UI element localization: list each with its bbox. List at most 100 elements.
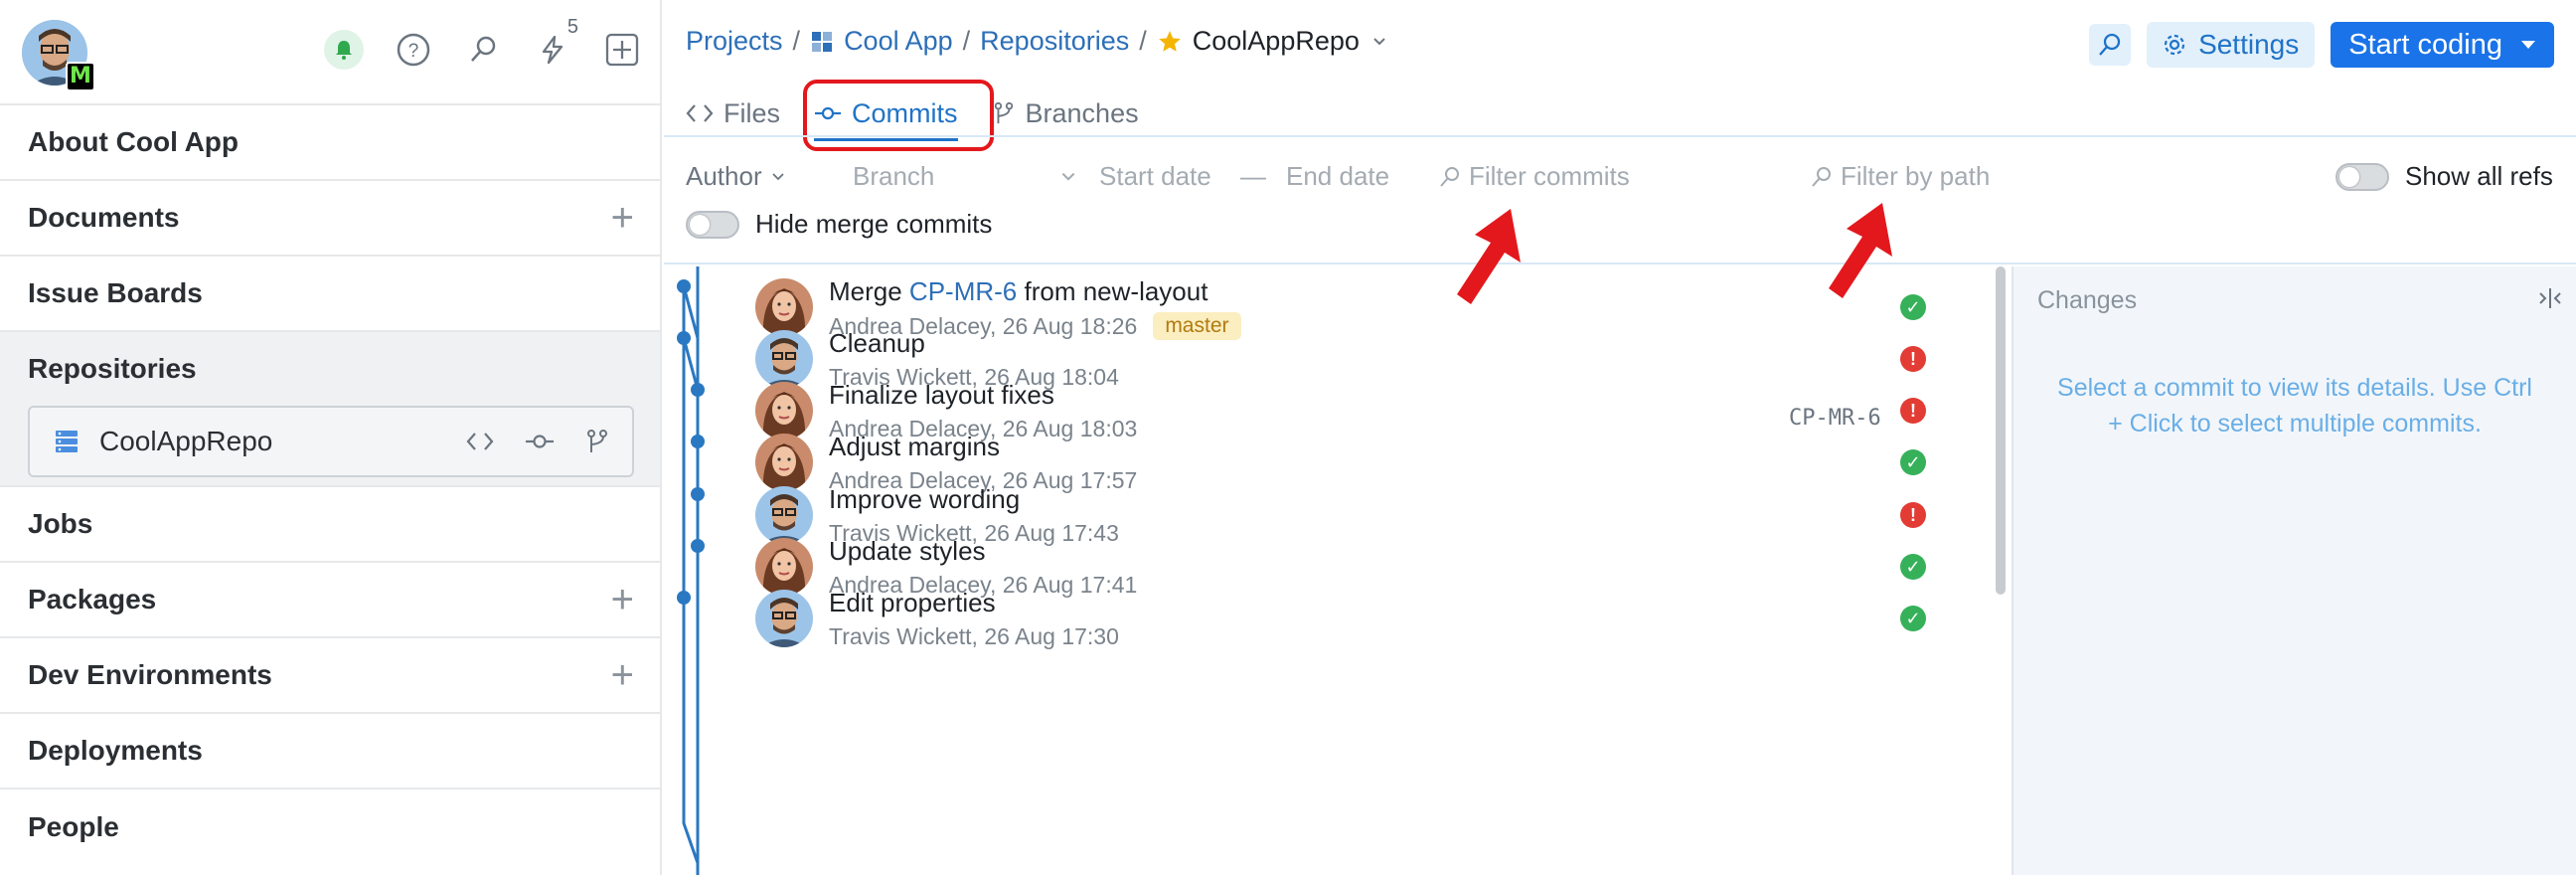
error-status-icon[interactable]: !: [1900, 398, 1926, 424]
commit-row[interactable]: Edit properties Travis Wickett, 26 Aug 17…: [664, 578, 1996, 663]
changes-header: Changes: [2037, 286, 2138, 314]
sidebar-item-label: Deployments: [28, 735, 203, 766]
tab-branches[interactable]: Branches: [992, 91, 1139, 135]
breadcrumb-projects[interactable]: Projects: [686, 26, 783, 57]
search-icon: [2099, 33, 2121, 56]
commit-icon[interactable]: [525, 430, 555, 453]
commit-title-text: Improve wording: [829, 484, 1021, 514]
sidebar-item-documents[interactable]: Documents +: [0, 181, 660, 257]
filter-commits-input[interactable]: Filter commits: [1439, 161, 1630, 192]
activity-bolt-icon[interactable]: 5: [533, 16, 578, 70]
changes-panel: Changes Select a commit to view its deta…: [2012, 266, 2576, 875]
author-filter[interactable]: Author: [686, 161, 786, 192]
commit-title: Edit properties: [829, 588, 996, 618]
add-package-icon[interactable]: +: [611, 580, 634, 619]
start-coding-button[interactable]: Start coding: [2331, 22, 2554, 68]
commit-list-scrollbar[interactable]: [1996, 266, 2006, 595]
breadcrumb-repo[interactable]: CoolAppRepo: [1193, 26, 1360, 57]
commit-title: Finalize layout fixes: [829, 380, 1054, 411]
commit-title-text: Update styles: [829, 536, 986, 566]
sidebar-item-label: Dev Environments: [28, 659, 272, 690]
check-success-icon[interactable]: ✓: [1900, 449, 1926, 475]
commit-title: Merge CP-MR-6 from new-layout: [829, 276, 1208, 307]
annotation-arrow: [1829, 203, 1892, 298]
start-date-input[interactable]: Start date: [1099, 161, 1211, 192]
settings-button[interactable]: Settings: [2147, 22, 2316, 68]
hide-merge-switch[interactable]: [686, 210, 739, 239]
branch-filter[interactable]: Branch: [853, 161, 1077, 192]
help-icon[interactable]: ?: [394, 30, 433, 70]
check-success-icon[interactable]: ✓: [1900, 606, 1926, 631]
end-date-placeholder: End date: [1286, 161, 1390, 191]
sidebar-item-dev-environments[interactable]: Dev Environments +: [0, 638, 660, 714]
error-status-icon[interactable]: !: [1900, 346, 1926, 372]
sidebar-item-packages[interactable]: Packages +: [0, 563, 660, 638]
chevron-down-icon[interactable]: [1369, 32, 1389, 52]
code-icon[interactable]: [465, 430, 495, 453]
hide-merge-toggle[interactable]: Hide merge commits: [686, 209, 992, 240]
filter-bar: Author Branch Start date — End date Filt…: [664, 151, 2576, 262]
sidebar-item-label: People: [28, 811, 119, 842]
start-coding-label: Start coding: [2348, 28, 2502, 61]
sidebar: M ? 5 About Cool App Documents + Issue Bo…: [0, 0, 662, 875]
sidebar-item-jobs[interactable]: Jobs: [0, 487, 660, 563]
caret-down-icon: [2521, 41, 2535, 49]
commit-author-date: Travis Wickett, 26 Aug 17:30: [829, 623, 1119, 649]
show-all-refs-switch[interactable]: [2335, 162, 2389, 191]
author-filter-label: Author: [686, 161, 762, 191]
commit-title: Update styles: [829, 536, 986, 567]
sidebar-item-label: Packages: [28, 584, 157, 614]
tabs-divider: [664, 135, 2576, 137]
sidebar-item-label: Documents: [28, 202, 180, 233]
notification-count: 5: [566, 16, 578, 38]
sidebar-item-about[interactable]: About Cool App: [0, 105, 660, 181]
svg-text:?: ?: [408, 41, 419, 62]
commit-title-suffix: from new-layout: [1017, 276, 1208, 306]
breadcrumb-separator: /: [962, 26, 971, 56]
commit-title-text: Finalize layout fixes: [829, 380, 1054, 410]
changes-empty-message: Select a commit to view its details. Use…: [2057, 374, 2532, 438]
settings-label: Settings: [2198, 29, 2300, 60]
chevron-down-icon: [771, 172, 784, 180]
repo-entry[interactable]: CoolAppRepo: [28, 406, 634, 477]
breadcrumb-repositories[interactable]: Repositories: [980, 26, 1129, 57]
commit-title-text: Adjust margins: [829, 432, 1000, 461]
tab-label: Branches: [1025, 97, 1139, 128]
commit-title-text: Edit properties: [829, 588, 996, 617]
tab-files[interactable]: Files: [686, 91, 780, 135]
annotation-arrow: [1457, 209, 1521, 304]
show-all-refs-toggle[interactable]: Show all refs: [2335, 161, 2553, 192]
collapse-panel-icon[interactable]: [2536, 286, 2564, 310]
add-new-icon[interactable]: [602, 30, 642, 70]
hide-merge-label: Hide merge commits: [755, 209, 993, 239]
search-button[interactable]: [2089, 24, 2132, 66]
breadcrumb-separator: /: [1139, 26, 1147, 56]
tab-label: Files: [724, 97, 781, 128]
project-icon: [812, 31, 833, 52]
repo-name: CoolAppRepo: [99, 426, 273, 456]
sidebar-item-repositories: Repositories CoolAppRepo: [0, 332, 660, 487]
check-success-icon[interactable]: ✓: [1900, 554, 1926, 580]
check-success-icon[interactable]: ✓: [1900, 294, 1926, 320]
chevron-down-icon: [1061, 172, 1075, 181]
sidebar-item-label[interactable]: Repositories: [28, 332, 634, 406]
breadcrumb-project[interactable]: Cool App: [844, 26, 953, 57]
commit-title-text: Cleanup: [829, 328, 925, 358]
breadcrumb: Projects / Cool App / Repositories / Coo…: [686, 26, 1389, 57]
merge-request-link[interactable]: CP-MR-6: [909, 276, 1017, 306]
end-date-input[interactable]: End date: [1286, 161, 1389, 192]
search-icon[interactable]: [463, 30, 503, 70]
sidebar-item-issue-boards[interactable]: Issue Boards: [0, 257, 660, 332]
sidebar-item-deployments[interactable]: Deployments: [0, 714, 660, 789]
app-badge: M: [66, 62, 95, 91]
gear-icon: [2164, 34, 2185, 56]
add-dev-environment-icon[interactable]: +: [611, 655, 634, 695]
error-status-icon[interactable]: !: [1900, 502, 1926, 528]
add-document-icon[interactable]: +: [611, 198, 634, 238]
sidebar-item-people[interactable]: People: [0, 789, 660, 865]
star-icon[interactable]: [1157, 29, 1183, 55]
search-icon: [1812, 166, 1831, 187]
filter-path-input[interactable]: Filter by path: [1811, 161, 1990, 192]
branch-icon[interactable]: [584, 429, 610, 454]
notifications-bell-icon[interactable]: [324, 30, 364, 70]
